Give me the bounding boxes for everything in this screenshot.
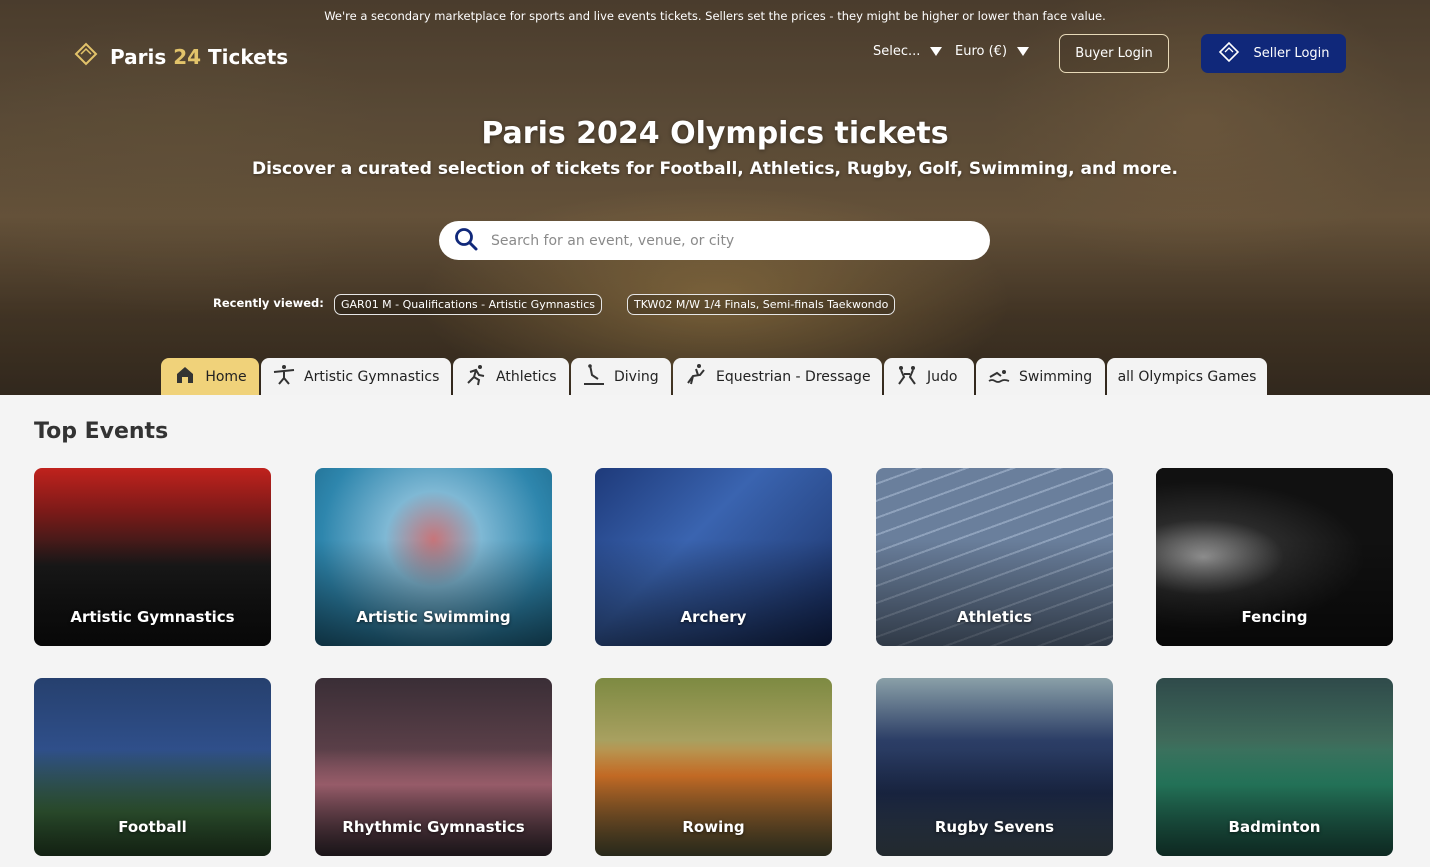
event-card[interactable]: Artistic Gymnastics	[34, 468, 271, 646]
seller-login-label: Seller Login	[1253, 46, 1330, 61]
tab-all-olympics-games[interactable]: all Olympics Games	[1107, 358, 1267, 395]
event-card-label: Fencing	[1241, 608, 1308, 626]
event-card-label: Athletics	[957, 608, 1032, 626]
event-card[interactable]: Athletics	[876, 468, 1113, 646]
event-card[interactable]: Football	[34, 678, 271, 856]
event-card-label: Rhythmic Gymnastics	[342, 818, 525, 836]
recently-viewed-chip[interactable]: GAR01 M - Qualifications - Artistic Gymn…	[334, 294, 603, 315]
swimmer-icon	[987, 363, 1011, 391]
marketplace-notice: We're a secondary marketplace for sports…	[324, 9, 1106, 23]
tab-label: all Olympics Games	[1117, 368, 1257, 385]
event-card-label: Archery	[680, 608, 747, 626]
tab-athletics[interactable]: Athletics	[453, 358, 569, 395]
tab-artistic-gymnastics[interactable]: Artistic Gymnastics	[261, 358, 451, 395]
event-card-label: Football	[118, 818, 187, 836]
buyer-login-button[interactable]: Buyer Login	[1059, 34, 1169, 73]
language-value: Selec...	[873, 44, 921, 59]
page-title: Paris 2024 Olympics tickets	[481, 116, 949, 151]
runner-icon	[464, 363, 488, 391]
category-tabs: Home Artistic Gymnastics Athletics Divin…	[161, 358, 1267, 395]
site-logo[interactable]: Paris 24 Tickets	[72, 40, 288, 73]
event-card[interactable]: Artistic Swimming	[315, 468, 552, 646]
ticket-icon	[1217, 40, 1241, 68]
event-card-label: Rugby Sevens	[934, 818, 1055, 836]
gymnast-icon	[272, 363, 296, 391]
event-card[interactable]: Rowing	[595, 678, 832, 856]
chevron-down-icon	[930, 47, 943, 56]
logo-text: Paris 24 Tickets	[110, 44, 289, 69]
diver-icon	[582, 363, 606, 391]
tab-label: Artistic Gymnastics	[304, 368, 440, 385]
tab-label: Diving	[614, 368, 659, 385]
tab-label: Judo	[927, 368, 958, 385]
page-subtitle: Discover a curated selection of tickets …	[251, 159, 1178, 179]
tab-swimming[interactable]: Swimming	[976, 358, 1105, 395]
search-input[interactable]	[491, 232, 931, 249]
tab-label: Home	[205, 368, 247, 385]
tab-diving[interactable]: Diving	[571, 358, 671, 395]
event-card-label: Badminton	[1228, 818, 1321, 836]
chevron-down-icon	[1017, 47, 1030, 56]
currency-value: Euro (€)	[955, 44, 1008, 59]
tab-home[interactable]: Home	[161, 358, 259, 395]
judo-icon	[895, 363, 919, 391]
event-card[interactable]: Rugby Sevens	[876, 678, 1113, 856]
horse-rider-icon	[684, 363, 708, 391]
event-card[interactable]: Archery	[595, 468, 832, 646]
tab-label: Athletics	[496, 368, 557, 385]
currency-select[interactable]: Euro (€)	[955, 44, 1030, 59]
event-card-label: Artistic Gymnastics	[70, 608, 235, 626]
event-card[interactable]: Badminton	[1156, 678, 1393, 856]
ticket-logo-icon	[72, 40, 100, 73]
home-icon	[173, 363, 197, 391]
event-card[interactable]: Fencing	[1156, 468, 1393, 646]
tab-equestrian-dressage[interactable]: Equestrian - Dressage	[673, 358, 882, 395]
tab-label: Equestrian - Dressage	[716, 368, 871, 385]
recently-viewed-chip[interactable]: TKW02 M/W 1/4 Finals, Semi-finals Taekwo…	[627, 294, 896, 315]
language-select[interactable]: Selec...	[873, 44, 943, 59]
seller-login-button[interactable]: Seller Login	[1201, 34, 1346, 73]
hero-banner: We're a secondary marketplace for sports…	[0, 0, 1430, 395]
search-icon	[453, 226, 479, 256]
recently-viewed-label: Recently viewed:	[213, 296, 324, 310]
search-bar[interactable]	[439, 221, 990, 260]
tab-label: Swimming	[1019, 368, 1093, 385]
event-card-label: Rowing	[682, 818, 745, 836]
event-card[interactable]: Rhythmic Gymnastics	[315, 678, 552, 856]
event-card-label: Artistic Swimming	[356, 608, 511, 626]
top-events-heading: Top Events	[34, 419, 169, 444]
tab-judo[interactable]: Judo	[884, 358, 974, 395]
